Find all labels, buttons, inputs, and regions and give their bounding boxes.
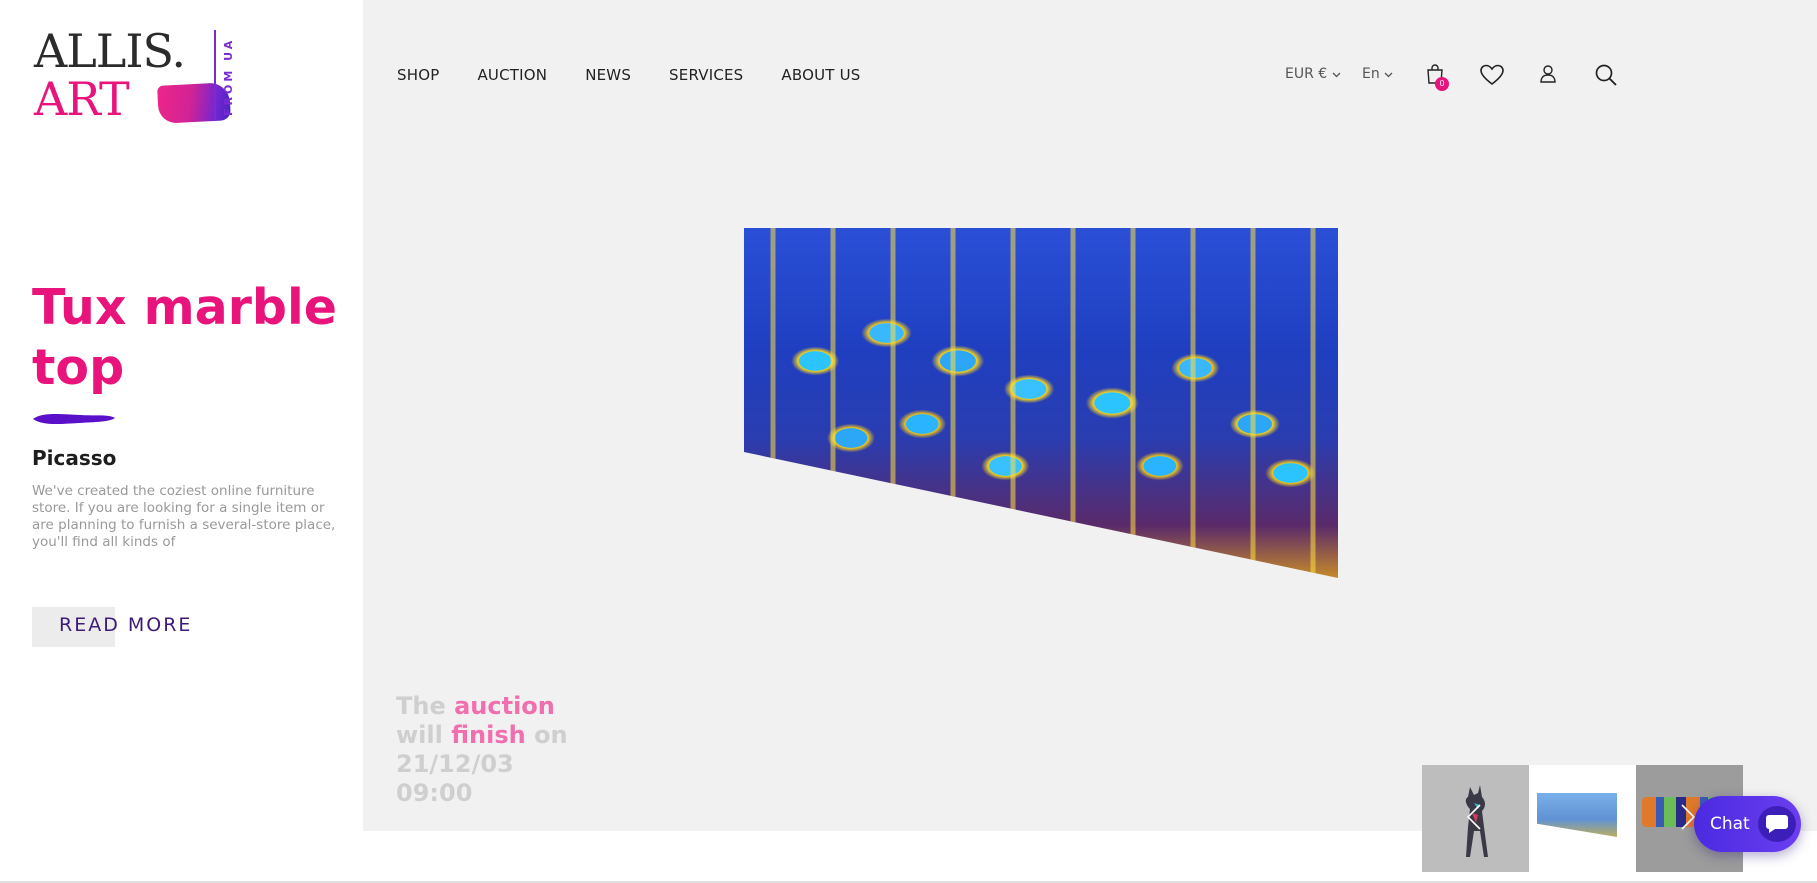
left-panel: ALLIS. ART FROM UA Tux marble top Picass… [0,0,363,883]
thumbnail-2[interactable] [1529,765,1636,872]
auction-countdown: The auction will finish on 21/12/03 09:0… [396,692,616,808]
hero-artwork [744,228,1340,583]
logo-line1: ALLIS. [34,24,186,78]
auction-date: 21/12/03 [396,750,514,778]
chevron-down-icon [1332,72,1341,78]
user-icon[interactable] [1539,64,1557,84]
auction-word-on: on [534,721,568,749]
currency-selector[interactable]: EUR € [1285,66,1341,82]
currency-value: EUR € [1285,66,1328,82]
auction-word-auction: auction [454,692,555,720]
logo-tagline: FROM UA [222,37,235,117]
search-icon[interactable] [1594,63,1618,87]
artwork-image [744,228,1338,578]
main-nav: SHOP AUCTION NEWS SERVICES ABOUT US [397,66,899,84]
logo-line2: ART [34,72,130,126]
auction-word-will: will [396,721,443,749]
language-value: En [1362,66,1380,82]
fish-painting-thumbnail [1537,793,1617,837]
chat-bubble-icon [1758,806,1796,842]
product-description: We've created the coziest online furnitu… [32,483,336,550]
artist-name: Picasso [32,446,117,470]
auction-word-the: The [396,692,446,720]
heart-icon[interactable] [1480,64,1504,86]
chevron-down-icon [1384,72,1393,78]
auction-time: 09:00 [396,779,473,807]
nav-services[interactable]: SERVICES [669,66,743,84]
logo-divider [214,30,216,120]
auction-word-finish: finish [451,721,526,749]
language-selector[interactable]: En [1362,66,1393,82]
nav-news[interactable]: NEWS [585,66,631,84]
chat-label: Chat [1710,814,1750,834]
chat-button[interactable]: Chat [1694,796,1801,852]
site-logo[interactable]: ALLIS. ART FROM UA [30,24,245,124]
chevron-left-icon[interactable] [1466,803,1482,831]
nav-shop[interactable]: SHOP [397,66,439,84]
nav-auction[interactable]: AUCTION [477,66,547,84]
cart-count-badge: 0 [1435,77,1449,91]
nav-about-us[interactable]: ABOUT US [781,66,860,84]
logo-brush-stroke [157,82,231,124]
read-more-button[interactable]: READ MORE [59,614,192,636]
brush-stroke-decoration [33,413,115,425]
product-title: Tux marble top [32,279,337,396]
